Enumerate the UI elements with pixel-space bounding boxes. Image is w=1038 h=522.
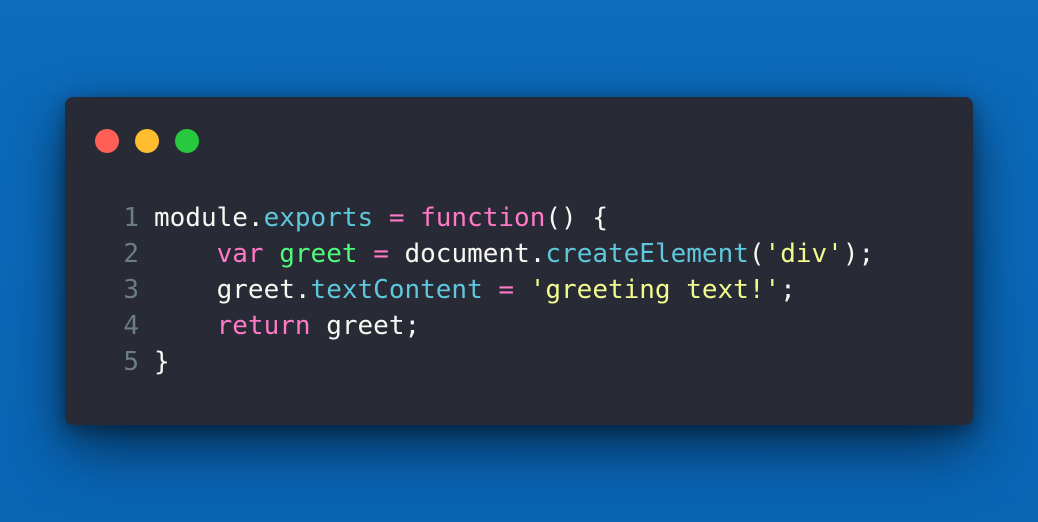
code-token: }: [154, 347, 170, 377]
code-token: =: [388, 203, 405, 233]
code-block: 1 module.exports = function() {2 var gree…: [117, 200, 874, 380]
code-token: ;: [780, 275, 796, 305]
page-background: { "window": { "buttons": [ {"name": "clo…: [0, 0, 1038, 522]
close-dot-icon[interactable]: [95, 129, 119, 153]
line-number: 5: [123, 347, 139, 377]
code-token: =: [373, 239, 389, 269]
code-line-2: 2 var greet = document.createElement('di…: [117, 236, 874, 272]
code-token: createElement: [545, 239, 749, 269]
code-token: );: [842, 239, 875, 269]
code-token: return: [216, 311, 311, 341]
code-token: 'div': [764, 239, 843, 269]
code-token: 'greeting text!': [529, 275, 781, 305]
code-token: document.: [388, 239, 546, 269]
code-token: exports: [263, 203, 374, 233]
window-titlebar: [95, 129, 199, 153]
code-token: greet.: [154, 275, 311, 305]
code-token: function: [420, 203, 546, 233]
code-token: textContent: [310, 275, 483, 305]
line-number: 2: [123, 239, 139, 269]
code-token: .: [247, 203, 264, 233]
line-number: 1: [123, 203, 139, 233]
code-token: () {: [545, 203, 608, 233]
code-token: greet: [279, 239, 358, 269]
code-window: 1 module.exports = function() {2 var gree…: [65, 97, 973, 425]
code-line-4: 4 return greet;: [117, 308, 874, 344]
code-token: var: [216, 239, 264, 269]
line-number: 3: [123, 275, 139, 305]
code-token: module: [154, 203, 248, 233]
code-token: =: [498, 275, 515, 305]
code-token: (: [748, 239, 765, 269]
code-token: greet;: [310, 311, 421, 341]
maximize-dot-icon[interactable]: [175, 129, 199, 153]
line-number: 4: [123, 311, 139, 341]
code-line-5: 5}: [117, 344, 874, 380]
minimize-dot-icon[interactable]: [135, 129, 159, 153]
code-line-1: 1 module.exports = function() {: [117, 200, 874, 236]
code-line-3: 3 greet.textContent = 'greeting text!';: [117, 272, 874, 308]
